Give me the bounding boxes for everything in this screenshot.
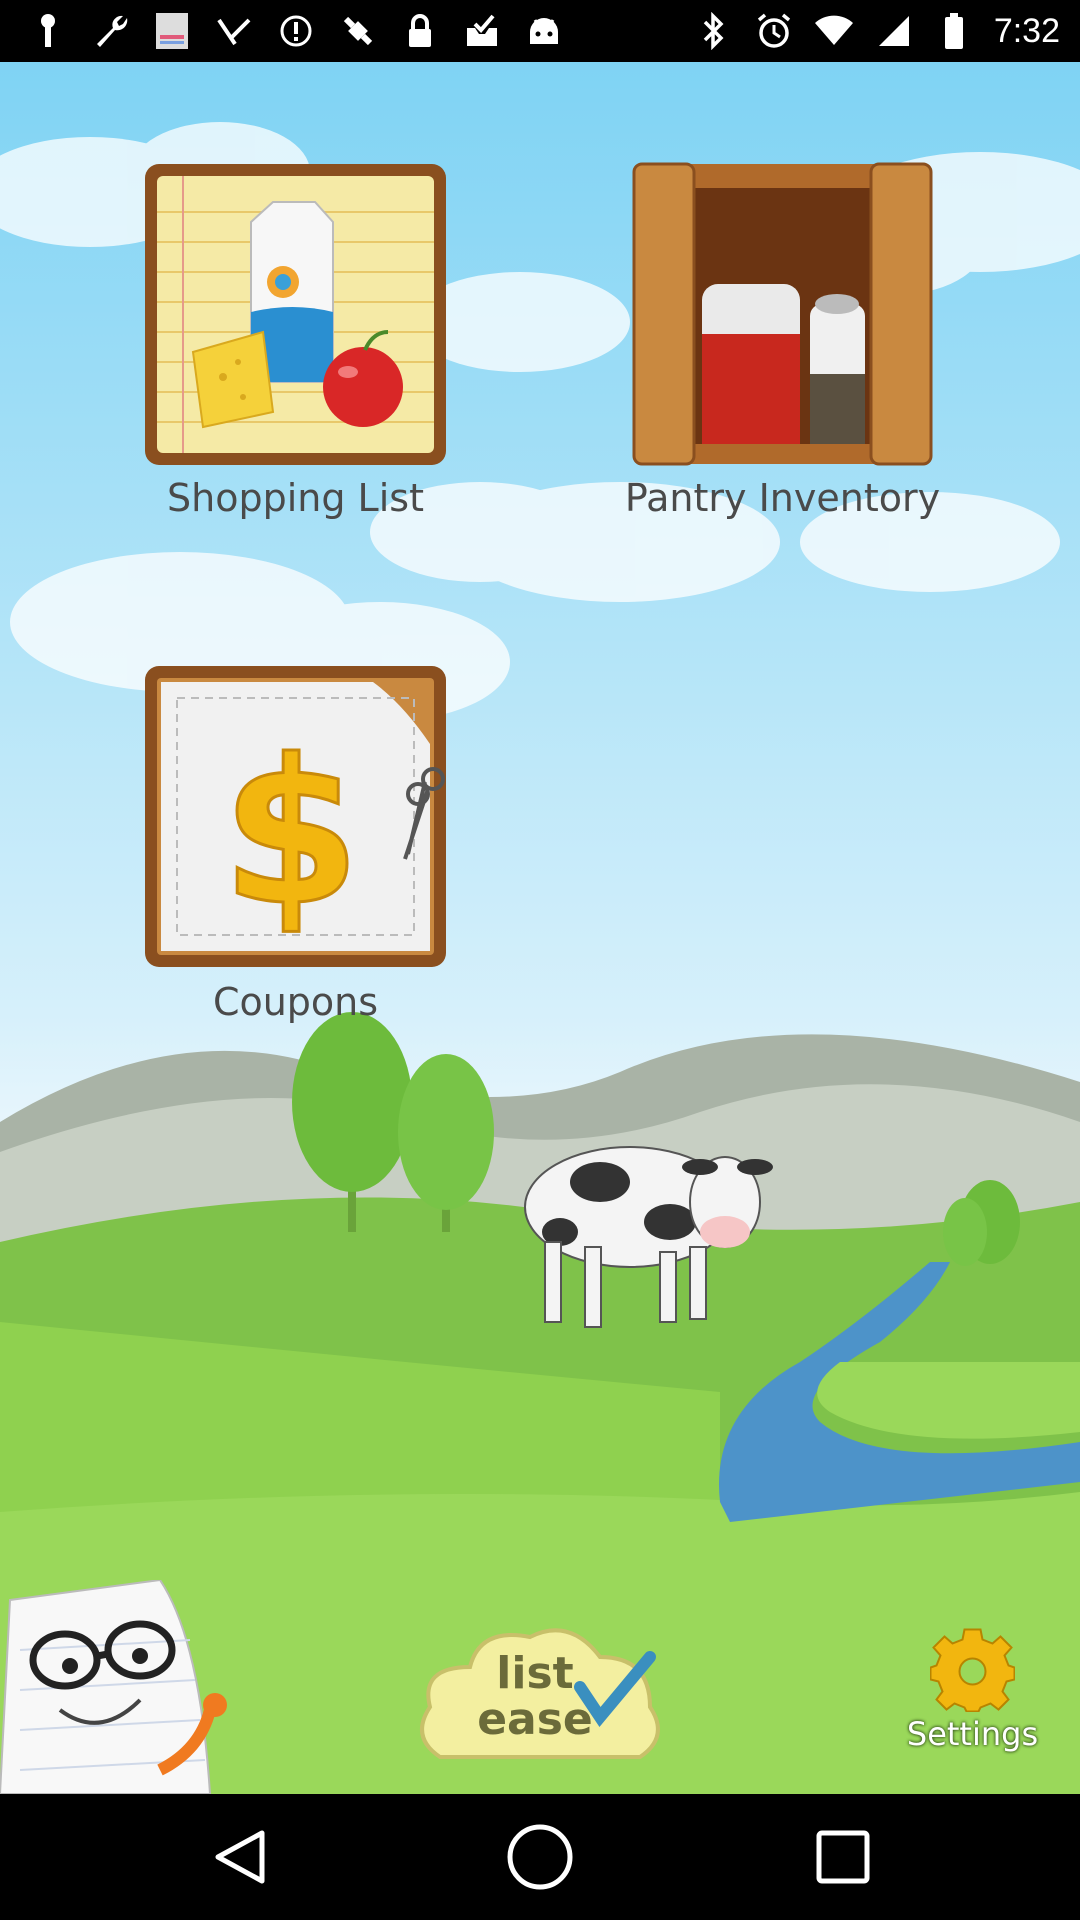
plant-icon bbox=[214, 11, 254, 51]
back-triangle-icon bbox=[215, 1830, 265, 1884]
home-circle-icon bbox=[507, 1824, 573, 1890]
fake-gps-icon bbox=[338, 11, 378, 51]
settings-label: Settings bbox=[906, 1715, 1039, 1753]
shopping-list-button[interactable] bbox=[143, 162, 448, 467]
gear-icon bbox=[930, 1628, 1015, 1712]
inbox-icon bbox=[462, 11, 502, 51]
shopping-list-icon bbox=[145, 164, 446, 465]
home-button[interactable] bbox=[500, 1817, 580, 1897]
logo-text-list: list bbox=[496, 1648, 574, 1699]
coupons-label: Coupons bbox=[212, 980, 379, 1024]
recents-square-icon bbox=[816, 1830, 870, 1884]
image-thumbnail-icon bbox=[152, 11, 192, 51]
status-bar: 7:32 bbox=[0, 0, 1080, 62]
back-button[interactable] bbox=[200, 1817, 280, 1897]
recents-button[interactable] bbox=[803, 1817, 883, 1897]
settings-button[interactable]: Settings bbox=[900, 1627, 1045, 1767]
svg-text:$: $ bbox=[221, 717, 360, 950]
pantry-inventory-label: Pantry Inventory bbox=[624, 476, 941, 520]
wrench-icon bbox=[90, 11, 130, 51]
pantry-cupboard-icon bbox=[632, 162, 933, 466]
status-icons-left bbox=[28, 10, 564, 52]
list-ease-logo: list ease bbox=[410, 1617, 670, 1767]
lock-icon bbox=[400, 11, 440, 51]
status-icons-right: 7:32 bbox=[694, 10, 1060, 52]
navigation-bar bbox=[0, 1794, 1080, 1920]
shopping-list-label: Shopping List bbox=[167, 476, 424, 520]
download-key-icon bbox=[28, 11, 68, 51]
logo-text-ease: ease bbox=[477, 1694, 593, 1745]
pantry-inventory-button[interactable] bbox=[630, 154, 935, 474]
battery-icon bbox=[934, 11, 974, 51]
notepad-mascot-icon bbox=[0, 1580, 227, 1794]
coupons-button[interactable]: $ bbox=[143, 664, 448, 969]
wifi-icon bbox=[814, 11, 854, 51]
info-circle-icon bbox=[276, 11, 316, 51]
app-home-screen: Shopping List Pantry Inventory $ Coupons… bbox=[0, 62, 1080, 1794]
signal-icon bbox=[874, 11, 914, 51]
bluetooth-icon bbox=[694, 11, 734, 51]
android-icon bbox=[524, 11, 564, 51]
coupon-dollar-icon: $ bbox=[145, 666, 446, 967]
status-time: 7:32 bbox=[993, 11, 1060, 50]
alarm-icon bbox=[754, 11, 794, 51]
